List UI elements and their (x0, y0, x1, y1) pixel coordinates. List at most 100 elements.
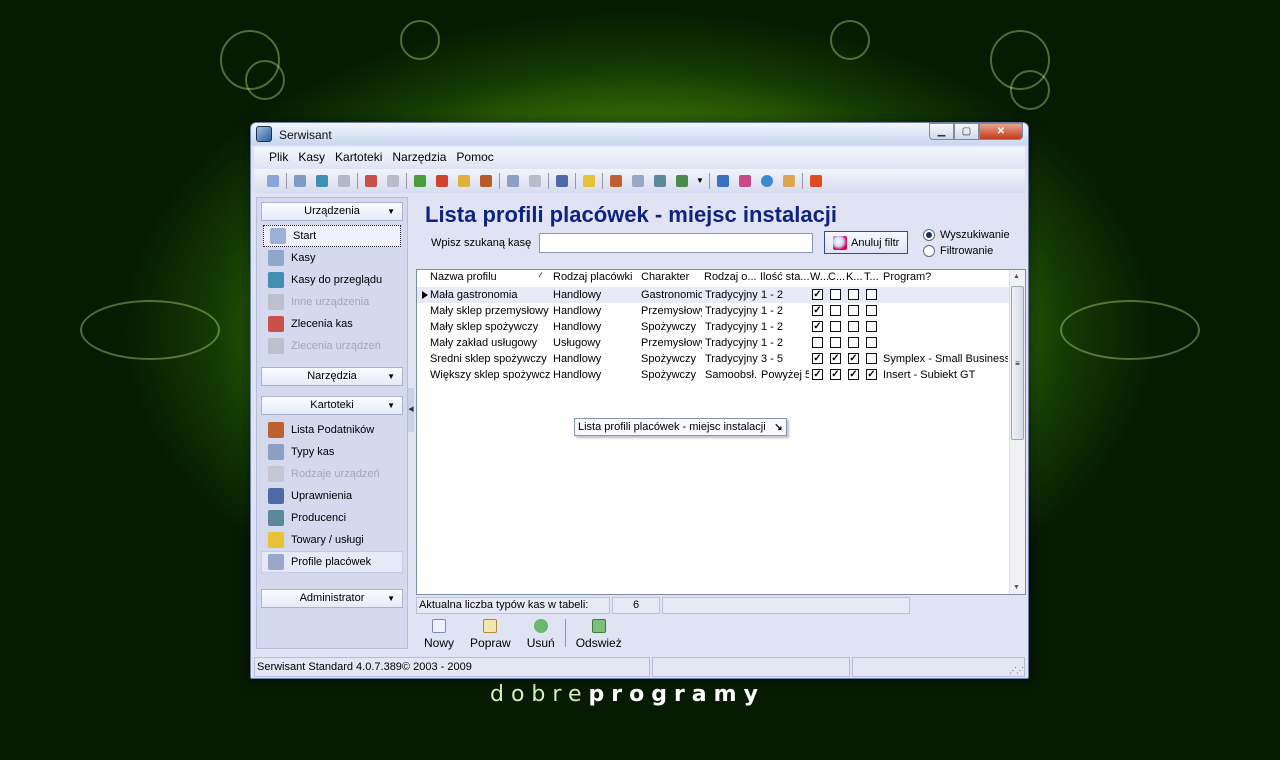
sidebar-item-typy-kas[interactable]: Typy kas (261, 441, 403, 463)
printer-icon[interactable] (455, 172, 473, 190)
sidebar-item-towary-uslugi[interactable]: Towary / usługi (261, 529, 403, 551)
checkbox-w[interactable]: ✓ (812, 369, 823, 380)
checkbox-t[interactable] (866, 321, 877, 332)
sidebar-item-kasy[interactable]: Kasy (261, 247, 403, 269)
table-row[interactable]: Mały sklep przemysłowy Handlowy Przemysłow… (417, 303, 1010, 319)
column-header[interactable]: Rodzaj placówki (553, 271, 639, 283)
device-disabled-icon[interactable] (384, 172, 402, 190)
checkbox-k[interactable]: ✓ (848, 353, 859, 364)
arrows-icon[interactable] (673, 172, 691, 190)
device-icon[interactable] (335, 172, 353, 190)
exit-icon[interactable] (807, 172, 825, 190)
column-header[interactable]: Ilość sta... (760, 271, 810, 283)
search-input[interactable] (539, 233, 813, 253)
title-bar[interactable]: Serwisant ▁ ▢ ✕ (251, 123, 1028, 145)
list-icon[interactable] (291, 172, 309, 190)
checkbox-w[interactable]: ✓ (812, 353, 823, 364)
calendar-icon[interactable] (780, 172, 798, 190)
minimize-button[interactable]: ▁ (929, 123, 954, 140)
sidebar-splitter[interactable]: ◀ (408, 388, 414, 432)
refresh-button[interactable]: Odswież (568, 617, 630, 650)
menu-kasy[interactable]: Kasy (293, 150, 330, 164)
checkbox-t[interactable]: ✓ (866, 369, 877, 380)
scroll-thumb[interactable]: ≡ (1011, 286, 1024, 440)
checkbox-w[interactable]: ✓ (812, 305, 823, 316)
scroll-down-icon[interactable]: ▼ (1013, 584, 1020, 591)
checkbox-k[interactable] (848, 305, 859, 316)
radio-filter[interactable]: Filtrowanie (923, 245, 993, 257)
list2-icon[interactable] (504, 172, 522, 190)
users2-icon[interactable] (607, 172, 625, 190)
sidebar-item-producenci[interactable]: Producenci (261, 507, 403, 529)
column-header[interactable]: C... (828, 271, 846, 283)
tools-icon[interactable] (651, 172, 669, 190)
table-row[interactable]: Mała gastronomia Handlowy Gastronomic Trady… (417, 287, 1010, 303)
checkbox-k[interactable]: ✓ (848, 369, 859, 380)
sidebar-item-start[interactable]: Start (263, 225, 401, 247)
tree-icon[interactable] (526, 172, 544, 190)
checkbox-c[interactable]: ✓ (830, 369, 841, 380)
table-row[interactable]: Mały zakład usługowy Usługowy Przemysłowy T… (417, 335, 1010, 351)
checkbox-w[interactable]: ✓ (812, 321, 823, 332)
panel-kartoteki[interactable]: Kartoteki ▼ (261, 396, 403, 415)
checkbox-c[interactable] (830, 305, 841, 316)
menu-narzedzia[interactable]: Narzędzia (387, 150, 451, 164)
box-icon[interactable] (736, 172, 754, 190)
sidebar-item-uprawnienia[interactable]: Uprawnienia (261, 485, 403, 507)
users-icon[interactable] (477, 172, 495, 190)
checkbox-t[interactable] (866, 353, 877, 364)
column-header[interactable]: T... (864, 271, 882, 283)
checkbox-t[interactable] (866, 337, 877, 348)
clear-filter-button[interactable]: Anuluj filtr (824, 231, 908, 254)
column-header[interactable]: W... (810, 271, 828, 283)
radio-search[interactable]: Wyszukiwanie (923, 229, 1010, 241)
checkbox-c[interactable]: ✓ (830, 353, 841, 364)
table-row[interactable]: Większy sklep spożywczy Handlowy Spożywczy… (417, 367, 1010, 383)
resize-grip-icon[interactable]: ⋰⋰ (1009, 666, 1024, 675)
column-header[interactable]: Nazwa profilu (430, 271, 540, 283)
sidebar-item-kasy-do-przegladu[interactable]: Kasy do przeglądu (261, 269, 403, 291)
user-key-icon[interactable] (553, 172, 571, 190)
house-red-icon[interactable] (433, 172, 451, 190)
menu-kartoteki[interactable]: Kartoteki (330, 150, 387, 164)
scroll-up-icon[interactable]: ▲ (1013, 273, 1020, 280)
delete-button[interactable]: Usuń (519, 617, 563, 650)
menu-pomoc[interactable]: Pomoc (451, 150, 498, 164)
checkbox-t[interactable] (866, 289, 877, 300)
money-icon[interactable] (411, 172, 429, 190)
checkbox-w[interactable] (812, 337, 823, 348)
sidebar-item-zlecenia-urzadzen[interactable]: Zlecenia urządzeń (261, 335, 403, 357)
maximize-button[interactable]: ▢ (954, 123, 979, 140)
card-icon[interactable] (362, 172, 380, 190)
checkbox-k[interactable] (848, 321, 859, 332)
close-button[interactable]: ✕ (979, 123, 1023, 140)
panel-urzadzenia[interactable]: Urządzenia ▼ (261, 202, 403, 221)
user-search-icon[interactable] (313, 172, 331, 190)
column-header[interactable]: Charakter (641, 271, 701, 283)
new-button[interactable]: Nowy (416, 617, 462, 650)
house-icon[interactable] (264, 172, 282, 190)
checkbox-t[interactable] (866, 305, 877, 316)
house2-icon[interactable] (629, 172, 647, 190)
table-row[interactable]: Mały sklep spożywczy Handlowy Spożywczy Tra… (417, 319, 1010, 335)
column-header[interactable]: K... (846, 271, 864, 283)
checkbox-k[interactable] (848, 337, 859, 348)
vertical-scrollbar[interactable]: ▲ ≡ ▼ (1009, 270, 1025, 594)
checkbox-k[interactable] (848, 289, 859, 300)
sidebar-item-rodzaje-urzadzen[interactable]: Rodzaje urządzeń (261, 463, 403, 485)
checkbox-c[interactable] (830, 337, 841, 348)
sidebar-item-inne-urzadzenia[interactable]: Inne urządzenia (261, 291, 403, 313)
column-header[interactable]: Program? (883, 271, 963, 283)
sidebar-item-zlecenia-kas[interactable]: Zlecenia kas (261, 313, 403, 335)
checkbox-c[interactable] (830, 289, 841, 300)
checkbox-c[interactable] (830, 321, 841, 332)
column-header[interactable]: Rodzaj o... (704, 271, 758, 283)
sidebar-item-lista-podatnikow[interactable]: Lista Podatników (261, 419, 403, 441)
edit-button[interactable]: Popraw (462, 617, 519, 650)
panel-narzedzia[interactable]: Narzędzia ▼ (261, 367, 403, 386)
sidebar-item-profile-placowek[interactable]: Profile placówek (261, 551, 403, 573)
panel-administrator[interactable]: Administrator ▼ (261, 589, 403, 608)
globe-icon[interactable] (758, 172, 776, 190)
medal-icon[interactable] (580, 172, 598, 190)
table-row[interactable]: Średni sklep spożywczy Handlowy Spożywczy T… (417, 351, 1010, 367)
